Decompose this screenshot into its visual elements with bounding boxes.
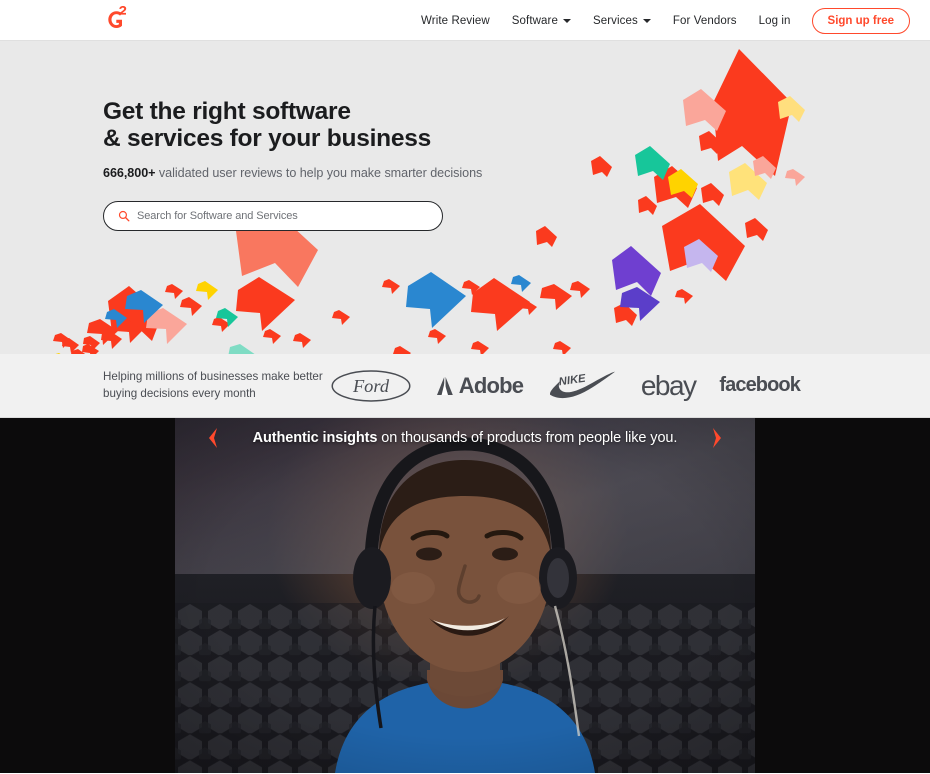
hero-heading-line2: & services for your business bbox=[103, 125, 431, 153]
adobe-mark-icon bbox=[436, 376, 453, 395]
social-proof-line1: Helping millions of businesses make bett… bbox=[103, 369, 323, 383]
chevron-down-icon bbox=[642, 19, 651, 23]
brand-logo-adobe: Adobe bbox=[436, 372, 524, 399]
nav-label: Log in bbox=[758, 14, 791, 27]
nav-software[interactable]: Software bbox=[501, 15, 582, 27]
chevron-left-icon[interactable] bbox=[205, 427, 221, 449]
brand-logo-ebay: ebay bbox=[640, 369, 697, 401]
svg-text:NIKE: NIKE bbox=[558, 372, 587, 388]
video-vignette bbox=[175, 418, 755, 773]
video-carousel-header: Authentic insights on thousands of produ… bbox=[0, 418, 930, 458]
video-testimonial-section: Authentic insights on thousands of produ… bbox=[0, 418, 930, 773]
brand-logo-nike: NIKE bbox=[547, 371, 617, 401]
nav-label: Write Review bbox=[421, 14, 490, 27]
video-title-bold: Authentic insights bbox=[252, 430, 378, 446]
search-placeholder: Search for Software and Services bbox=[137, 209, 298, 222]
nav-log-in[interactable]: Log in bbox=[748, 15, 802, 27]
hero-heading-line1: Get the right software bbox=[103, 98, 351, 125]
review-count: 666,800+ bbox=[103, 165, 156, 180]
site-header: Write Review Software Services For Vendo… bbox=[0, 0, 930, 41]
brand-logo-ford: Ford bbox=[330, 369, 412, 403]
hero-section: Get the right software & services for yo… bbox=[0, 41, 930, 354]
search-input[interactable]: Search for Software and Services bbox=[103, 200, 443, 231]
nav-write-review[interactable]: Write Review bbox=[410, 15, 501, 27]
social-proof-text: Helping millions of businesses make bett… bbox=[103, 369, 323, 403]
social-proof-band: Helping millions of businesses make bett… bbox=[0, 354, 930, 418]
nav-services[interactable]: Services bbox=[582, 15, 662, 27]
main-navigation: Write Review Software Services For Vendo… bbox=[410, 0, 910, 41]
nav-for-vendors[interactable]: For Vendors bbox=[662, 15, 748, 27]
hero-subtitle: 666,800+ validated user reviews to help … bbox=[103, 166, 523, 180]
video-section-title: Authentic insights on thousands of produ… bbox=[253, 430, 678, 446]
nav-label: For Vendors bbox=[672, 14, 737, 27]
hero-content: Get the right software & services for yo… bbox=[103, 98, 523, 231]
brand-label-adobe: Adobe bbox=[458, 372, 524, 398]
svg-text:Ford: Ford bbox=[352, 376, 390, 396]
video-title-rest: on thousands of products from people lik… bbox=[377, 430, 678, 446]
video-player[interactable] bbox=[175, 418, 755, 773]
search-icon bbox=[118, 210, 130, 222]
g2-logo[interactable] bbox=[103, 6, 131, 36]
hero-subtitle-rest: validated user reviews to help you make … bbox=[155, 165, 483, 180]
chevron-down-icon bbox=[562, 19, 571, 23]
chevron-right-icon[interactable] bbox=[709, 427, 725, 449]
nav-label: Services bbox=[592, 14, 638, 27]
nav-label: Software bbox=[511, 14, 558, 27]
page-title: Get the right software & services for yo… bbox=[103, 98, 523, 153]
sign-up-free-button[interactable]: Sign up free bbox=[811, 7, 910, 34]
social-proof-line2: buying decisions every month bbox=[103, 386, 256, 400]
brand-logo-row: Ford Adobe NIKE ebay facebook bbox=[330, 369, 801, 403]
brand-logo-facebook: facebook bbox=[719, 374, 801, 396]
